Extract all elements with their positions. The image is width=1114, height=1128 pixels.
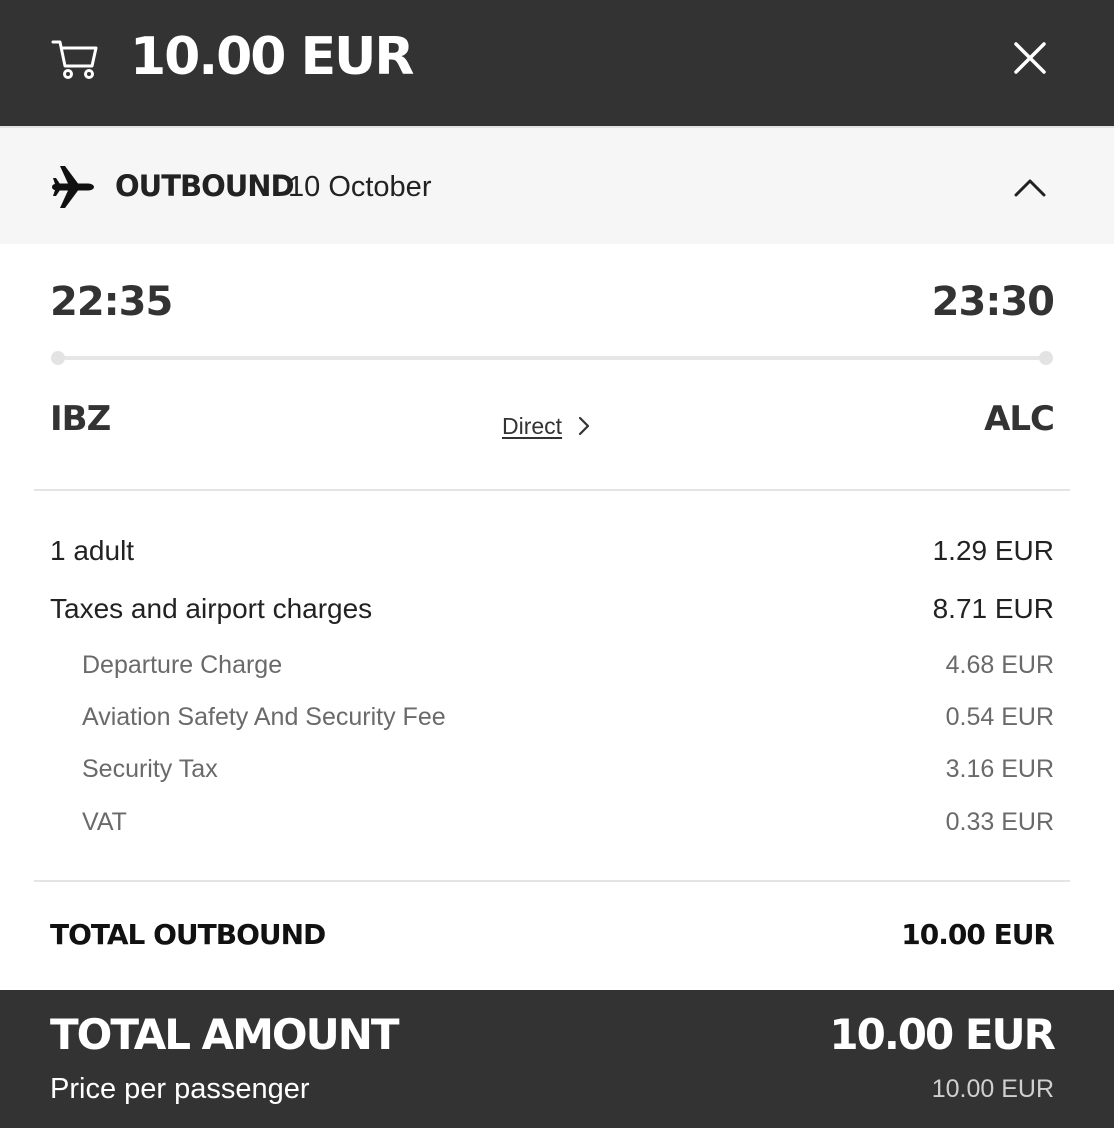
- total-outbound-value: 10.00 EUR: [901, 918, 1055, 951]
- departure-time: 22:35: [50, 279, 173, 325]
- total-amount-value: 10.00 EUR: [829, 1010, 1056, 1059]
- arrival-time: 23:30: [931, 279, 1055, 325]
- direct-flight-link[interactable]: Direct: [502, 408, 592, 444]
- outbound-label: OUTBOUND: [115, 169, 295, 203]
- route-end-dot: [1039, 351, 1053, 365]
- total-amount-label: TOTAL AMOUNT: [50, 1010, 400, 1059]
- outbound-section-toggle[interactable]: OUTBOUND 10 October: [0, 126, 1114, 244]
- plane-icon: [52, 166, 94, 208]
- cart-icon: [51, 40, 98, 79]
- cart-summary-panel: 10.00 EUR OUTBOUND 10 October 22:35 23:3…: [0, 0, 1114, 1128]
- price-per-passenger-value: 10.00 EUR: [931, 1075, 1054, 1103]
- total-amount-footer: TOTAL AMOUNT 10.00 EUR Price per passeng…: [0, 990, 1114, 1128]
- tax-item-value: 0.54 EUR: [945, 703, 1054, 731]
- total-outbound-label: TOTAL OUTBOUND: [50, 918, 326, 951]
- route-line: [58, 356, 1046, 360]
- price-per-passenger-label: Price per passenger: [50, 1073, 310, 1105]
- fare-value: 1.29 EUR: [932, 535, 1054, 566]
- fare-label: 1 adult: [50, 535, 135, 566]
- close-icon[interactable]: [1006, 34, 1054, 82]
- taxes-label: Taxes and airport charges: [50, 593, 373, 624]
- origin-airport: IBZ: [50, 399, 111, 439]
- cart-total-amount: 10.00 EUR: [130, 27, 414, 87]
- tax-item-label: Departure Charge: [82, 651, 283, 679]
- tax-item-value: 4.68 EUR: [945, 651, 1054, 679]
- cart-header: 10.00 EUR: [0, 0, 1114, 126]
- tax-item-value: 3.16 EUR: [945, 755, 1054, 783]
- divider: [34, 880, 1070, 882]
- tax-item-value: 0.33 EUR: [945, 808, 1054, 836]
- route-start-dot: [51, 351, 65, 365]
- divider: [34, 489, 1070, 491]
- tax-item-label: Security Tax: [82, 755, 218, 783]
- chevron-right-icon: [578, 416, 590, 436]
- direct-flight-label: Direct: [502, 412, 563, 439]
- taxes-value: 8.71 EUR: [932, 593, 1054, 624]
- destination-airport: ALC: [984, 399, 1055, 439]
- tax-item-label: VAT: [82, 808, 127, 836]
- tax-item-label: Aviation Safety And Security Fee: [82, 703, 446, 731]
- chevron-up-icon[interactable]: [1010, 168, 1050, 208]
- outbound-date: 10 October: [288, 171, 432, 203]
